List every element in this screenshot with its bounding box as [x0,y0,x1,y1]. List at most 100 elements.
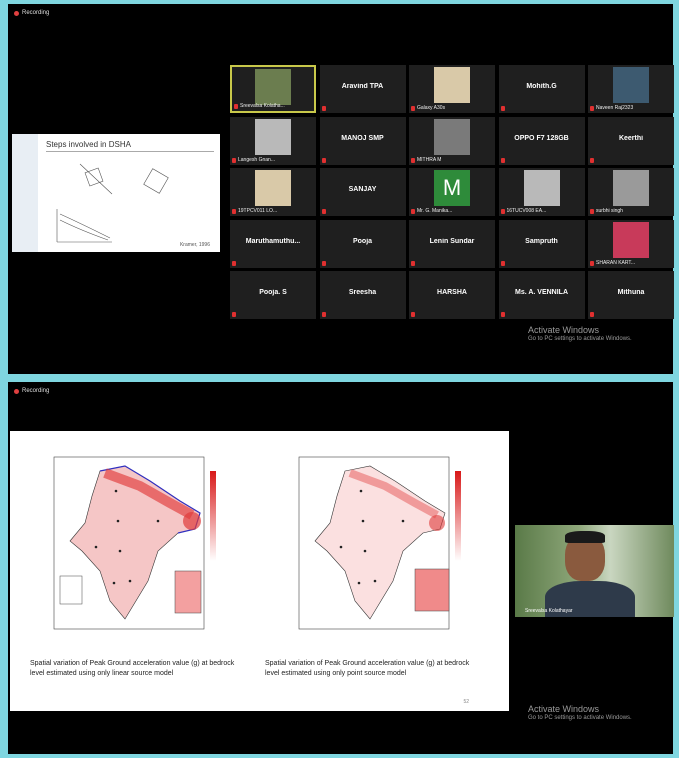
participant-tile[interactable]: Pooja [319,219,406,268]
mic-muted-icon [500,106,505,111]
participant-name: Mithuna [617,289,645,296]
participant-tile[interactable]: SANJAY [319,168,406,216]
participant-tile[interactable]: surbhi singh [588,168,674,216]
participant-name: Lenin Sundar [429,237,475,245]
mic-muted-icon [500,209,505,214]
participant-tile[interactable]: SHARAN KART... [588,219,674,268]
participant-tile[interactable]: Lenin Sundar [409,219,495,268]
participant-name: MANOJ SMP [341,134,384,142]
participant-name-label: Naveen Raj2323 [596,105,634,111]
recording-indicator: Recording [14,388,49,394]
slide-credit: Kramer, 1996 [179,242,210,248]
participant-name: Ms. A. VENNILA [514,289,569,296]
participant-name: Pooja. S [259,289,287,296]
slide-diagram [56,163,169,243]
participant-tile[interactable]: 16TUCV008 EA... [498,168,585,216]
mic-muted-icon [321,209,326,214]
participant-tile[interactable]: Mohith.G [498,65,585,113]
activate-title: Activate Windows [528,704,600,714]
participant-name: Maruthamuthu... [245,237,301,245]
participant-tile[interactable]: Naveen Raj2323 [588,65,674,113]
mic-muted-icon [234,104,238,109]
participant-name-label: SHARAN KART... [596,259,636,266]
mic-muted-icon [232,260,236,266]
participant-name: Pooja [352,237,373,245]
mic-muted-icon [411,260,415,266]
mic-muted-icon [411,312,415,317]
participant-video [613,170,649,206]
caption-point-model: Spatial variation of Peak Ground acceler… [265,660,470,677]
mic-muted-icon [232,157,236,163]
activate-windows-watermark: Activate Windows Go to PC settings to ac… [528,325,632,342]
participant-tile[interactable]: 19TPCV011 LO... [230,168,316,216]
mic-muted-icon [232,209,236,214]
participant-name-label: Mr. G. Manika... [417,208,453,214]
pga-map-linear [53,456,216,630]
slide-page-number: 52 [463,699,469,705]
recording-indicator: Recording [14,10,49,16]
participant-name-label: Galaxy A30s [417,105,446,111]
speaker-hair [565,531,605,543]
speaker-video[interactable]: Sreevalsa Kolathayar [515,525,674,617]
participant-tile[interactable]: MANOJ SMP [319,116,406,165]
mic-muted-icon [321,157,326,163]
meeting-window-gallery: Recording Steps involved in DSHA Kramer,… [8,4,674,374]
activate-subtitle: Go to PC settings to activate Windows. [528,336,632,342]
mic-muted-icon [411,157,415,163]
participant-name: Sreesha [348,289,377,296]
participant-video [434,67,470,103]
participant-name-label: Langesh Gnan... [238,156,275,163]
mic-muted-icon [590,209,594,214]
participant-tile[interactable]: Galaxy A30s [409,65,495,113]
shared-slide-maps: Spatial variation of Peak Ground acceler… [10,431,509,711]
pga-map-point [298,456,461,630]
participant-video [613,221,649,258]
participant-tile[interactable]: OPPO F7 128GB [498,116,585,165]
participant-tile[interactable]: Mithuna [588,271,674,319]
participant-video [255,118,291,155]
mic-muted-icon [590,312,594,317]
participant-tile[interactable]: Keerthi [588,116,674,165]
activate-subtitle: Go to PC settings to activate Windows. [528,715,632,721]
participant-tile[interactable]: Pooja. S [230,271,316,319]
participant-name: Mohith.G [526,83,557,90]
participant-name-label: Sreevalsa Kolatha... [240,103,285,109]
participant-tile[interactable]: M Mr. G. Manika... [409,168,495,216]
mic-muted-icon [411,209,415,214]
activate-windows-watermark: Activate Windows Go to PC settings to ac… [528,704,632,721]
participant-tile[interactable]: Sreesha [319,271,406,319]
participant-video [255,69,291,105]
participant-video [434,118,470,155]
record-dot-icon [14,10,19,16]
participant-name: HARSHA [437,289,467,296]
participant-tile[interactable]: MITHRA M [409,116,495,165]
participant-name: SANJAY [348,186,377,193]
mic-muted-icon [590,260,594,266]
mic-muted-icon [590,157,594,163]
participant-video [613,67,649,103]
participant-tile[interactable]: HARSHA [409,271,495,319]
participant-tile[interactable]: Sampruth [498,219,585,268]
record-dot-icon [14,388,19,394]
participant-name-label: MITHRA M [417,156,442,163]
mic-muted-icon [321,312,326,317]
participant-name: Sampruth [525,237,558,245]
participant-avatar: M [434,170,470,206]
participant-name: Aravind TPA [341,83,384,90]
participant-name-label: surbhi singh [596,208,623,214]
participant-tile[interactable]: Maruthamuthu... [230,219,316,268]
participant-name: Keerthi [618,134,644,142]
participant-tile[interactable]: Aravind TPA [319,65,406,113]
participant-tile[interactable]: Sreevalsa Kolatha... [230,65,316,113]
mic-muted-icon [232,312,236,317]
participant-tile[interactable]: Langesh Gnan... [230,116,316,165]
mic-muted-icon [500,260,505,266]
meeting-window-speaker: Recording Spatial variation of Peak Grou… [8,382,674,754]
activate-title: Activate Windows [528,325,600,335]
participant-tile[interactable]: Ms. A. VENNILA [498,271,585,319]
mic-muted-icon [321,106,326,111]
participant-name-label: 19TPCV011 LO... [238,208,278,214]
mic-muted-icon [321,260,326,266]
participant-video [523,170,560,206]
participant-name: OPPO F7 128GB [514,134,569,142]
